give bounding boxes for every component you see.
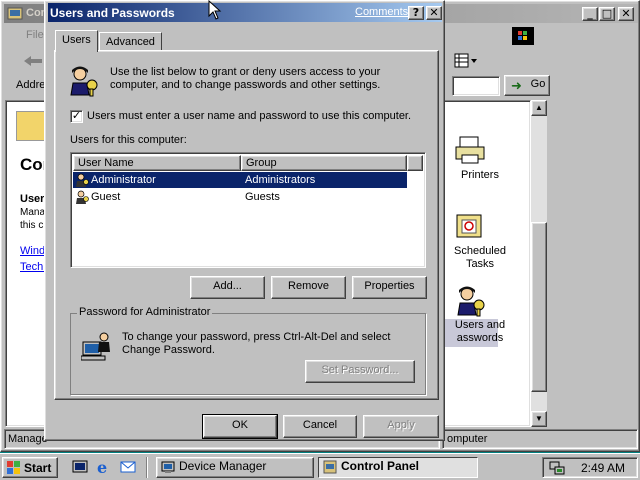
password-groupbox: Password for Administrator To change you… bbox=[70, 306, 426, 395]
minimize-icon[interactable]: _ bbox=[582, 7, 598, 21]
control-panel-items-pane: Printers Scheduled Tasks Users and asswo… bbox=[438, 100, 531, 427]
dialog-title: Users and Passwords bbox=[50, 6, 175, 20]
info-pane-desc: this c bbox=[20, 220, 44, 231]
windows-logo-icon bbox=[7, 461, 20, 474]
windows-logo-icon bbox=[512, 27, 534, 45]
status-pane-right: omputer bbox=[442, 429, 638, 449]
require-login-checkbox[interactable]: ✓ bbox=[70, 110, 83, 123]
control-panel-icon bbox=[323, 460, 337, 474]
scheduled-tasks-icon bbox=[456, 214, 482, 238]
add-user-button[interactable]: Add... bbox=[190, 276, 265, 299]
help-icon[interactable]: ? bbox=[408, 6, 424, 20]
column-header-username[interactable]: User Name bbox=[73, 155, 241, 171]
user-icon bbox=[76, 173, 89, 187]
users-list-label: Users for this computer: bbox=[70, 134, 187, 146]
control-panel-icon bbox=[7, 7, 23, 20]
internet-explorer-icon[interactable]: e bbox=[96, 459, 112, 475]
users-passwords-icon bbox=[70, 66, 98, 97]
user-row-guest[interactable]: Guest Guests bbox=[73, 189, 407, 205]
printers-label: Printers bbox=[461, 169, 499, 181]
users-list[interactable]: User Name Group Administrator Administra… bbox=[70, 152, 426, 268]
users-passwords-icon bbox=[457, 286, 485, 317]
go-label: Go bbox=[530, 78, 546, 90]
require-login-label[interactable]: Users must enter a user name and passwor… bbox=[87, 110, 411, 122]
taskbar-divider bbox=[146, 457, 148, 478]
password-help-text: Change Password. bbox=[122, 344, 215, 356]
dialog-titlebar[interactable]: Users and Passwords Comments? ? ✕ bbox=[48, 3, 442, 22]
taskbar: Start e Device Manager Control Panel 2:4… bbox=[0, 453, 640, 480]
users-passwords-dialog: Users and Passwords Comments? ? ✕ Users … bbox=[44, 0, 445, 441]
set-password-button[interactable]: Set Password... bbox=[305, 360, 415, 383]
address-label: Addre bbox=[16, 79, 46, 91]
scroll-thumb[interactable] bbox=[531, 222, 547, 392]
control-panel-info-pane: Con User Mana this c Windo Techn bbox=[5, 100, 49, 427]
apply-button[interactable]: Apply bbox=[363, 415, 439, 438]
cancel-button[interactable]: Cancel bbox=[283, 415, 357, 438]
scheduled-tasks-label: Scheduled bbox=[454, 245, 506, 257]
users-passwords-label: Users and bbox=[454, 319, 506, 331]
task-control-panel[interactable]: Control Panel bbox=[318, 457, 478, 478]
printer-icon bbox=[455, 136, 485, 164]
views-icon[interactable] bbox=[454, 53, 478, 69]
column-header-filler bbox=[407, 155, 423, 171]
remove-user-button[interactable]: Remove bbox=[271, 276, 346, 299]
info-pane-desc: Mana bbox=[20, 207, 46, 218]
properties-button[interactable]: Properties bbox=[352, 276, 427, 299]
status-text-right: omputer bbox=[447, 433, 488, 445]
task-label: Control Panel bbox=[341, 459, 420, 473]
menu-file[interactable]: File bbox=[26, 29, 44, 41]
ok-button[interactable]: OK bbox=[202, 414, 278, 439]
task-label: Device Manager bbox=[179, 459, 267, 473]
close-icon[interactable]: ✕ bbox=[426, 6, 442, 20]
scroll-down-icon[interactable]: ▼ bbox=[531, 411, 547, 427]
scheduled-tasks-label: Tasks bbox=[465, 258, 495, 270]
info-pane-heading: User bbox=[20, 193, 45, 205]
password-help-text: To change your password, press Ctrl-Alt-… bbox=[122, 331, 391, 343]
mouse-cursor-icon bbox=[208, 0, 222, 20]
user-icon bbox=[76, 190, 89, 204]
user-row-administrator[interactable]: Administrator Administrators bbox=[73, 172, 407, 188]
start-label: Start bbox=[24, 461, 52, 475]
go-button[interactable]: ➜ Go bbox=[504, 75, 550, 96]
status-text-left: Manage bbox=[8, 433, 48, 445]
close-icon[interactable]: ✕ bbox=[618, 7, 634, 21]
outlook-express-icon[interactable] bbox=[120, 459, 136, 475]
password-group-label: Password for Administrator bbox=[77, 306, 213, 318]
user-group: Administrators bbox=[245, 174, 316, 186]
user-group: Guests bbox=[245, 191, 280, 203]
show-desktop-icon[interactable] bbox=[72, 459, 88, 475]
address-field[interactable] bbox=[452, 76, 500, 96]
tab-users[interactable]: Users bbox=[55, 30, 98, 52]
intro-text: computer, and to change passwords and ot… bbox=[110, 79, 381, 91]
users-passwords-label: asswords bbox=[456, 332, 504, 344]
go-arrow-icon: ➜ bbox=[511, 78, 522, 93]
device-manager-icon bbox=[161, 461, 175, 473]
maximize-icon[interactable]: □ bbox=[599, 7, 615, 21]
task-device-manager[interactable]: Device Manager bbox=[156, 457, 314, 478]
intro-text: Use the list below to grant or deny user… bbox=[110, 66, 381, 78]
back-icon[interactable] bbox=[22, 54, 46, 68]
comments-link[interactable]: Comments? bbox=[355, 6, 414, 18]
computer-user-icon bbox=[81, 332, 110, 361]
svg-text:e: e bbox=[97, 459, 107, 475]
column-header-group[interactable]: Group bbox=[241, 155, 407, 171]
system-tray: 2:49 AM bbox=[542, 457, 638, 478]
start-button[interactable]: Start bbox=[2, 457, 58, 478]
user-name: Administrator bbox=[91, 174, 156, 186]
network-icon[interactable] bbox=[549, 460, 565, 476]
clock[interactable]: 2:49 AM bbox=[581, 461, 625, 475]
vertical-scrollbar[interactable]: ▲ ▼ bbox=[531, 100, 547, 427]
user-name: Guest bbox=[91, 191, 121, 203]
scroll-up-icon[interactable]: ▲ bbox=[531, 100, 547, 116]
users-tab-panel: Use the list below to grant or deny user… bbox=[54, 50, 439, 400]
